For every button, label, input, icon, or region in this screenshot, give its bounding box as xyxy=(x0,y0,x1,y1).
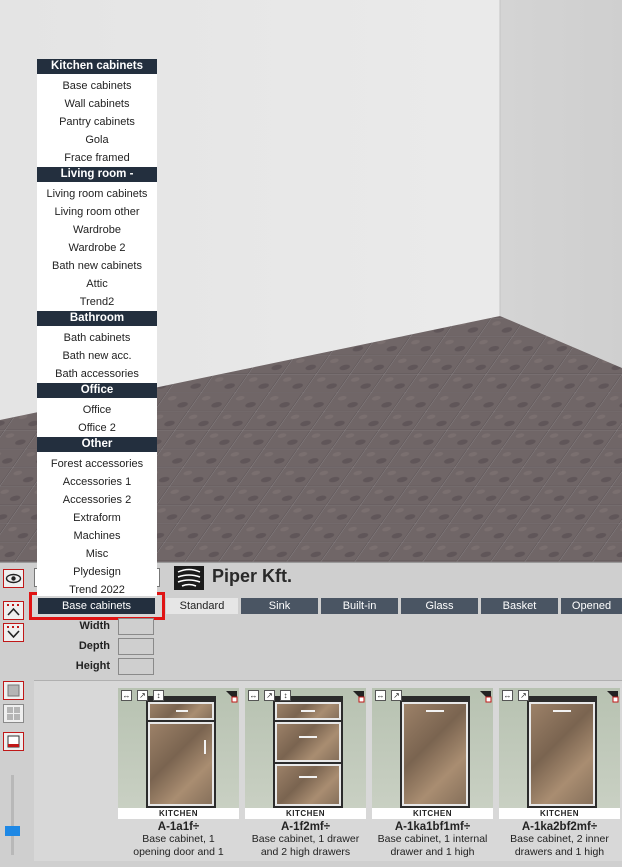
product-description: Base cabinet, 2 inner drawers and 1 high xyxy=(510,833,609,858)
height-field[interactable] xyxy=(118,658,154,675)
expand-icon[interactable]: ↗ xyxy=(137,690,148,701)
product-thumbnail[interactable]: ↔ ↗ xyxy=(372,688,493,808)
grid-view-icon xyxy=(7,707,20,720)
menu-item[interactable]: Frace framed xyxy=(37,149,157,167)
product-thumbnail[interactable]: ↔ ↗ xyxy=(499,688,620,808)
product-card[interactable]: ↔ ↗ ↕ KITCHEN A-1a1f÷ Base cabinet, 1 op… xyxy=(118,688,239,859)
menu-item[interactable]: Wall cabinets xyxy=(37,95,157,113)
selected-category-highlight[interactable]: Base cabinets xyxy=(29,592,165,620)
width-label: Width xyxy=(79,620,110,632)
depth-field[interactable] xyxy=(118,638,154,655)
single-view-icon xyxy=(7,684,20,697)
corner-icon[interactable] xyxy=(606,690,619,703)
product-card[interactable]: ↔ ↗ KITCHEN A-1ka1bf1mf÷ Base cabinet, 1… xyxy=(372,688,493,859)
menu-item[interactable]: Pantry cabinets xyxy=(37,113,157,131)
product-code: A-1a1f÷ xyxy=(157,821,200,833)
menu-item[interactable]: Living room other xyxy=(37,203,157,221)
menu-section-header: Bathroom xyxy=(37,311,157,326)
product-thumbnail[interactable]: ↔ ↗ ↕ xyxy=(118,688,239,808)
expand-icon[interactable]: ↗ xyxy=(391,690,402,701)
resize-icon[interactable]: ↔ xyxy=(375,690,386,701)
menu-item[interactable]: Bath new acc. xyxy=(37,347,157,365)
eye-toggle-button[interactable] xyxy=(3,569,24,588)
menu-item[interactable]: Wardrobe 2 xyxy=(37,239,157,257)
product-description: Base cabinet, 1 drawer and 2 high drawer… xyxy=(251,833,360,858)
single-view-button[interactable] xyxy=(3,681,24,700)
menu-item[interactable]: Machines xyxy=(37,527,157,545)
company-name: Piper Kft. xyxy=(212,566,293,586)
product-thumbnail[interactable]: ↔ ↗ ↕ xyxy=(245,688,366,808)
grid-view-button[interactable] xyxy=(3,704,24,723)
menu-section-header: Office xyxy=(37,383,157,398)
tab-glass[interactable]: Glass xyxy=(401,598,478,614)
product-description: Base cabinet, 1 internal drawer and 1 hi… xyxy=(377,833,488,858)
tab-basket[interactable]: Basket xyxy=(481,598,558,614)
width-field[interactable] xyxy=(118,618,154,635)
product-code: A-1ka1bf1mf÷ xyxy=(394,821,471,833)
height-icon[interactable]: ↕ xyxy=(280,690,291,701)
menu-item[interactable]: Office xyxy=(37,401,157,419)
menu-item[interactable]: Gola xyxy=(37,131,157,149)
tab-standard[interactable]: Standard xyxy=(166,598,238,614)
menu-item[interactable]: Plydesign xyxy=(37,563,157,581)
menu-item[interactable]: Attic xyxy=(37,275,157,293)
selected-category-label[interactable]: Base cabinets xyxy=(38,598,155,614)
menu-item[interactable]: Bath new cabinets xyxy=(37,257,157,275)
piper-logo-icon xyxy=(174,566,204,590)
menu-item[interactable]: Trend2 xyxy=(37,293,157,311)
product-description: Base cabinet, 1 opening door and 1 xyxy=(133,833,224,858)
menu-item[interactable]: Misc xyxy=(37,545,157,563)
menu-section-header: Kitchen cabinets xyxy=(37,59,157,74)
eye-icon xyxy=(5,573,22,584)
resize-icon[interactable]: ↔ xyxy=(502,690,513,701)
tab-sink[interactable]: Sink xyxy=(241,598,318,614)
depth-label: Depth xyxy=(78,640,110,652)
menu-item[interactable]: Accessories 2 xyxy=(37,491,157,509)
menu-item[interactable]: Trend 2022 xyxy=(37,581,157,596)
resize-icon[interactable]: ↔ xyxy=(248,690,259,701)
corner-icon[interactable] xyxy=(225,690,238,703)
menu-section-header: Other xyxy=(37,437,157,452)
menu-item[interactable]: Accessories 1 xyxy=(37,473,157,491)
product-brand: KITCHEN xyxy=(118,808,239,819)
product-code: A-1ka2bf2mf÷ xyxy=(521,821,598,833)
menu-item[interactable]: Forest accessories xyxy=(37,455,157,473)
corner-icon[interactable] xyxy=(479,690,492,703)
expand-icon[interactable]: ↗ xyxy=(264,690,275,701)
product-card[interactable]: ↔ ↗ KITCHEN A-1ka2bf2mf÷ Base cabinet, 2… xyxy=(499,688,620,859)
product-code: A-1f2mf÷ xyxy=(280,821,331,833)
category-dropdown-menu[interactable]: Kitchen cabinets Base cabinets Wall cabine… xyxy=(37,59,157,596)
expand-icon[interactable]: ↗ xyxy=(518,690,529,701)
product-brand: KITCHEN xyxy=(372,808,493,819)
menu-item[interactable]: Extraform xyxy=(37,509,157,527)
menu-item[interactable]: Base cabinets xyxy=(37,77,157,95)
product-card[interactable]: ↔ ↗ ↕ KITCHEN A-1f2mf÷ Base cabinet, 1 d… xyxy=(245,688,366,859)
zoom-slider-track[interactable] xyxy=(11,775,14,855)
arrow-up-icon xyxy=(7,604,20,616)
menu-item[interactable]: Bath accessories xyxy=(37,365,157,383)
color-swatch-button[interactable] xyxy=(3,732,24,751)
menu-item[interactable]: Office 2 xyxy=(37,419,157,437)
product-brand: KITCHEN xyxy=(245,808,366,819)
tab-built-in[interactable]: Built-in xyxy=(321,598,398,614)
height-label: Height xyxy=(75,660,110,672)
move-down-button[interactable] xyxy=(3,623,24,642)
menu-item[interactable]: Living room cabinets xyxy=(37,185,157,203)
arrow-down-icon xyxy=(7,626,20,639)
corner-icon[interactable] xyxy=(352,690,365,703)
tab-opened[interactable]: Opened xyxy=(561,598,622,614)
resize-icon[interactable]: ↔ xyxy=(121,690,132,701)
menu-section-header: Living room - xyxy=(37,167,157,182)
height-icon[interactable]: ↕ xyxy=(153,690,164,701)
move-up-button[interactable] xyxy=(3,601,24,620)
product-brand: KITCHEN xyxy=(499,808,620,819)
zoom-slider-thumb[interactable] xyxy=(5,826,20,836)
menu-item[interactable]: Bath cabinets xyxy=(37,329,157,347)
menu-item[interactable]: Wardrobe xyxy=(37,221,157,239)
color-swatch-icon xyxy=(7,735,20,748)
